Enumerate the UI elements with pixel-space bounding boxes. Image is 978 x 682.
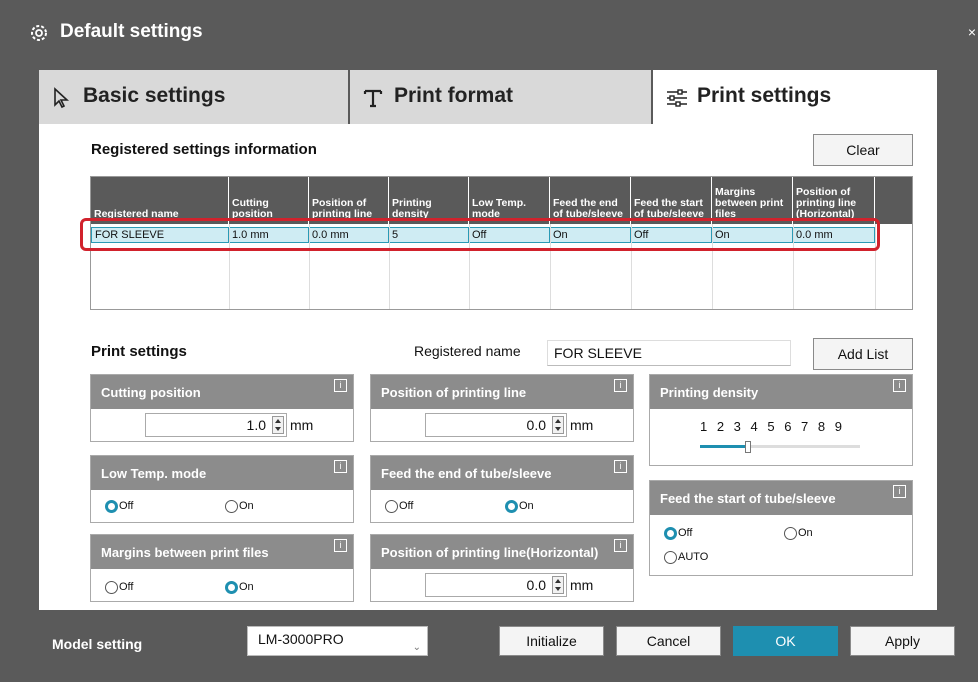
table-header: Registered name Cutting position Positio… xyxy=(91,177,912,224)
spin-arrows-icon[interactable] xyxy=(552,576,564,594)
low-temp-off-radio[interactable]: Off xyxy=(105,500,133,514)
stepper-value: 0.0 xyxy=(526,417,546,433)
registered-name-label: Registered name xyxy=(414,343,521,359)
printing-line-box: Position of printing line i 0.0 mm xyxy=(370,374,634,442)
info-icon[interactable]: i xyxy=(614,460,627,473)
density-slider-thumb[interactable] xyxy=(745,441,751,453)
text-icon xyxy=(363,89,383,108)
info-icon[interactable]: i xyxy=(334,539,347,552)
info-icon[interactable]: i xyxy=(893,485,906,498)
feed-end-box: Feed the end of tube/sleeve i Off On xyxy=(370,455,634,523)
window-title: Default settings xyxy=(60,21,203,42)
stepper-value: 1.0 xyxy=(246,417,266,433)
info-icon[interactable]: i xyxy=(334,379,347,392)
registered-name-input[interactable]: FOR SLEEVE xyxy=(547,340,791,366)
column-header[interactable]: Feed the start of tube/sleeve xyxy=(631,177,712,224)
box-title: Margins between print files xyxy=(91,535,353,569)
ok-button[interactable]: OK xyxy=(733,626,838,656)
printing-line-horizontal-box: Position of printing line(Horizontal) i … xyxy=(370,534,634,602)
spin-arrows-icon[interactable] xyxy=(272,416,284,434)
box-title: Low Temp. mode xyxy=(91,456,353,490)
stepper-value: 0.0 xyxy=(526,577,546,593)
dialog-window: Default settings × Basic settings Print … xyxy=(0,0,978,682)
info-icon[interactable]: i xyxy=(334,460,347,473)
tab-basic-settings[interactable]: Basic settings xyxy=(39,70,350,124)
column-header[interactable]: Cutting position xyxy=(229,177,309,224)
info-icon[interactable]: i xyxy=(614,539,627,552)
column-header[interactable]: Low Temp. mode xyxy=(469,177,550,224)
box-title: Feed the start of tube/sleeve xyxy=(650,481,912,515)
printing-line-stepper[interactable]: 0.0 xyxy=(425,413,567,437)
model-select[interactable]: LM-3000PRO ⌄ xyxy=(247,626,428,656)
print-settings-title: Print settings xyxy=(91,343,187,360)
unit-label: mm xyxy=(290,417,314,433)
initialize-button[interactable]: Initialize xyxy=(499,626,604,656)
info-icon[interactable]: i xyxy=(614,379,627,392)
column-header[interactable]: Margins between print files xyxy=(712,177,793,224)
margins-off-radio[interactable]: Off xyxy=(105,581,133,595)
box-title: Position of printing line xyxy=(371,375,633,409)
box-title: Cutting position xyxy=(91,375,353,409)
selected-row-highlight xyxy=(80,218,880,251)
column-header[interactable]: Registered name xyxy=(91,177,229,224)
box-title: Feed the end of tube/sleeve xyxy=(371,456,633,490)
feed-end-off-radio[interactable]: Off xyxy=(385,500,413,514)
clear-button[interactable]: Clear xyxy=(813,134,913,166)
density-slider-fill xyxy=(700,445,748,448)
margins-box: Margins between print files i Off On xyxy=(90,534,354,602)
printing-density-box: Printing density i 1 2 3 4 5 6 7 8 9 xyxy=(649,374,913,466)
column-header[interactable]: Printing density xyxy=(389,177,469,224)
density-scale: 1 2 3 4 5 6 7 8 9 xyxy=(700,419,844,434)
title-bar: Default settings × xyxy=(8,8,978,58)
tab-print-format[interactable]: Print format xyxy=(350,70,653,124)
low-temp-on-radio[interactable]: On xyxy=(225,500,254,514)
column-header[interactable]: Position of printing line xyxy=(309,177,389,224)
close-icon[interactable]: × xyxy=(968,24,976,40)
spin-arrows-icon[interactable] xyxy=(552,416,564,434)
feed-start-auto-radio[interactable]: AUTO xyxy=(664,551,708,565)
printing-line-horizontal-stepper[interactable]: 0.0 xyxy=(425,573,567,597)
feed-start-off-radio[interactable]: Off xyxy=(664,527,692,541)
tab-label: Print settings xyxy=(697,84,832,107)
margins-on-radio[interactable]: On xyxy=(225,581,254,595)
tab-label: Print format xyxy=(394,84,514,107)
cutting-position-box: Cutting position i 1.0 mm xyxy=(90,374,354,442)
feed-end-on-radio[interactable]: On xyxy=(505,500,534,514)
apply-button[interactable]: Apply xyxy=(850,626,955,656)
tab-bar: Basic settings Print format Print settin… xyxy=(39,70,937,124)
column-header[interactable]: Position of printing line (Horizontal) xyxy=(793,177,875,224)
box-title: Printing density xyxy=(650,375,912,409)
low-temp-box: Low Temp. mode i Off On xyxy=(90,455,354,523)
info-icon[interactable]: i xyxy=(893,379,906,392)
add-list-button[interactable]: Add List xyxy=(813,338,913,370)
chevron-down-icon: ⌄ xyxy=(412,642,421,653)
cutting-position-stepper[interactable]: 1.0 xyxy=(145,413,287,437)
cancel-button[interactable]: Cancel xyxy=(616,626,721,656)
model-setting-label: Model setting xyxy=(52,636,143,652)
cursor-icon xyxy=(54,87,70,109)
unit-label: mm xyxy=(570,417,594,433)
feed-start-on-radio[interactable]: On xyxy=(784,527,813,541)
tab-label: Basic settings xyxy=(83,84,226,107)
gear-icon xyxy=(31,25,47,41)
box-title: Position of printing line(Horizontal) xyxy=(371,535,633,569)
unit-label: mm xyxy=(570,577,594,593)
feed-start-box: Feed the start of tube/sleeve i Off On A… xyxy=(649,480,913,576)
tab-print-settings[interactable]: Print settings xyxy=(653,70,937,124)
model-select-value: LM-3000PRO xyxy=(258,631,344,647)
column-header[interactable]: Feed the end of tube/sleeve xyxy=(550,177,631,224)
registered-settings-title: Registered settings information xyxy=(91,141,317,158)
sliders-icon xyxy=(667,89,687,107)
